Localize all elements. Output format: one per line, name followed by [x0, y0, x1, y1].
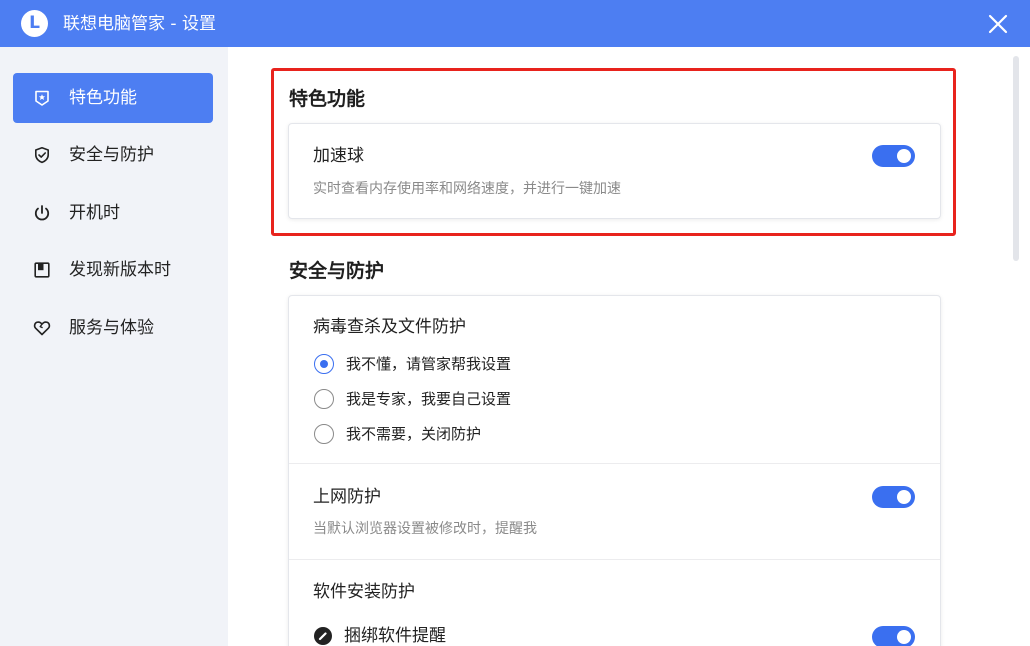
toggle-knob: [897, 149, 911, 163]
sidebar-item-new-version[interactable]: 发现新版本时: [13, 245, 213, 295]
radio-button[interactable]: [314, 424, 334, 444]
update-box-icon: [34, 262, 50, 278]
power-icon: [34, 205, 50, 221]
radio-label: 我不懂，请管家帮我设置: [346, 355, 512, 373]
toggle-knob: [897, 630, 911, 644]
radio-label: 我不需要，关闭防护: [346, 425, 482, 443]
sidebar-item-label: 发现新版本时: [69, 260, 171, 280]
star-shield-icon: [35, 90, 49, 106]
close-button[interactable]: [983, 9, 1013, 39]
app-logo: L: [21, 10, 48, 37]
radio-button[interactable]: [314, 354, 334, 374]
sidebar-item-service[interactable]: 服务与体验: [13, 303, 213, 353]
radio-option-off[interactable]: 我不需要，关闭防护: [314, 424, 481, 444]
bundle-reminder-toggle[interactable]: [872, 626, 915, 646]
web-protection-title: 上网防护: [313, 487, 381, 507]
accelerator-card: [288, 123, 941, 219]
toggle-knob: [897, 490, 911, 504]
scrollbar-thumb[interactable]: [1013, 56, 1019, 261]
section-title-featured: 特色功能: [289, 88, 366, 110]
radio-label: 我是专家，我要自己设置: [346, 390, 512, 408]
accelerator-toggle[interactable]: [872, 145, 915, 167]
sidebar-item-label: 服务与体验: [69, 318, 154, 338]
accelerator-title: 加速球: [313, 146, 364, 166]
title-bar: L 联想电脑管家 - 设置: [0, 0, 1030, 47]
radio-option-auto[interactable]: 我不懂，请管家帮我设置: [314, 354, 511, 374]
radio-option-expert[interactable]: 我是专家，我要自己设置: [314, 389, 511, 409]
sidebar-item-featured[interactable]: 特色功能: [13, 73, 213, 123]
sidebar-item-label: 开机时: [69, 203, 120, 223]
web-protection-toggle[interactable]: [872, 486, 915, 508]
shield-check-icon: [35, 147, 49, 164]
pencil-icon: [318, 632, 327, 641]
heart-icon: [33, 321, 51, 336]
sidebar-item-security[interactable]: 安全与防护: [13, 130, 213, 180]
virus-protection-title: 病毒查杀及文件防护: [313, 317, 466, 337]
section-title-security: 安全与防护: [289, 260, 385, 282]
sidebar-item-label: 特色功能: [69, 88, 137, 108]
app-logo-letter: L: [29, 13, 40, 33]
close-icon: [988, 14, 1008, 34]
window-title: 联想电脑管家 - 设置: [63, 14, 216, 34]
sidebar-item-label: 安全与防护: [69, 145, 154, 165]
radio-button[interactable]: [314, 389, 334, 409]
divider: [289, 463, 940, 464]
bundle-reminder-label: 捆绑软件提醒: [344, 626, 446, 646]
sidebar-item-startup[interactable]: 开机时: [13, 188, 213, 238]
accelerator-description: 实时查看内存使用率和网络速度，并进行一键加速: [313, 181, 621, 197]
install-protection-title: 软件安装防护: [313, 582, 415, 602]
sidebar: 特色功能 安全与防护 开机时 发现新版本时 服务与体验: [0, 47, 228, 646]
divider: [289, 559, 940, 560]
web-protection-description: 当默认浏览器设置被修改时，提醒我: [313, 521, 537, 537]
bundle-icon: [314, 627, 332, 645]
